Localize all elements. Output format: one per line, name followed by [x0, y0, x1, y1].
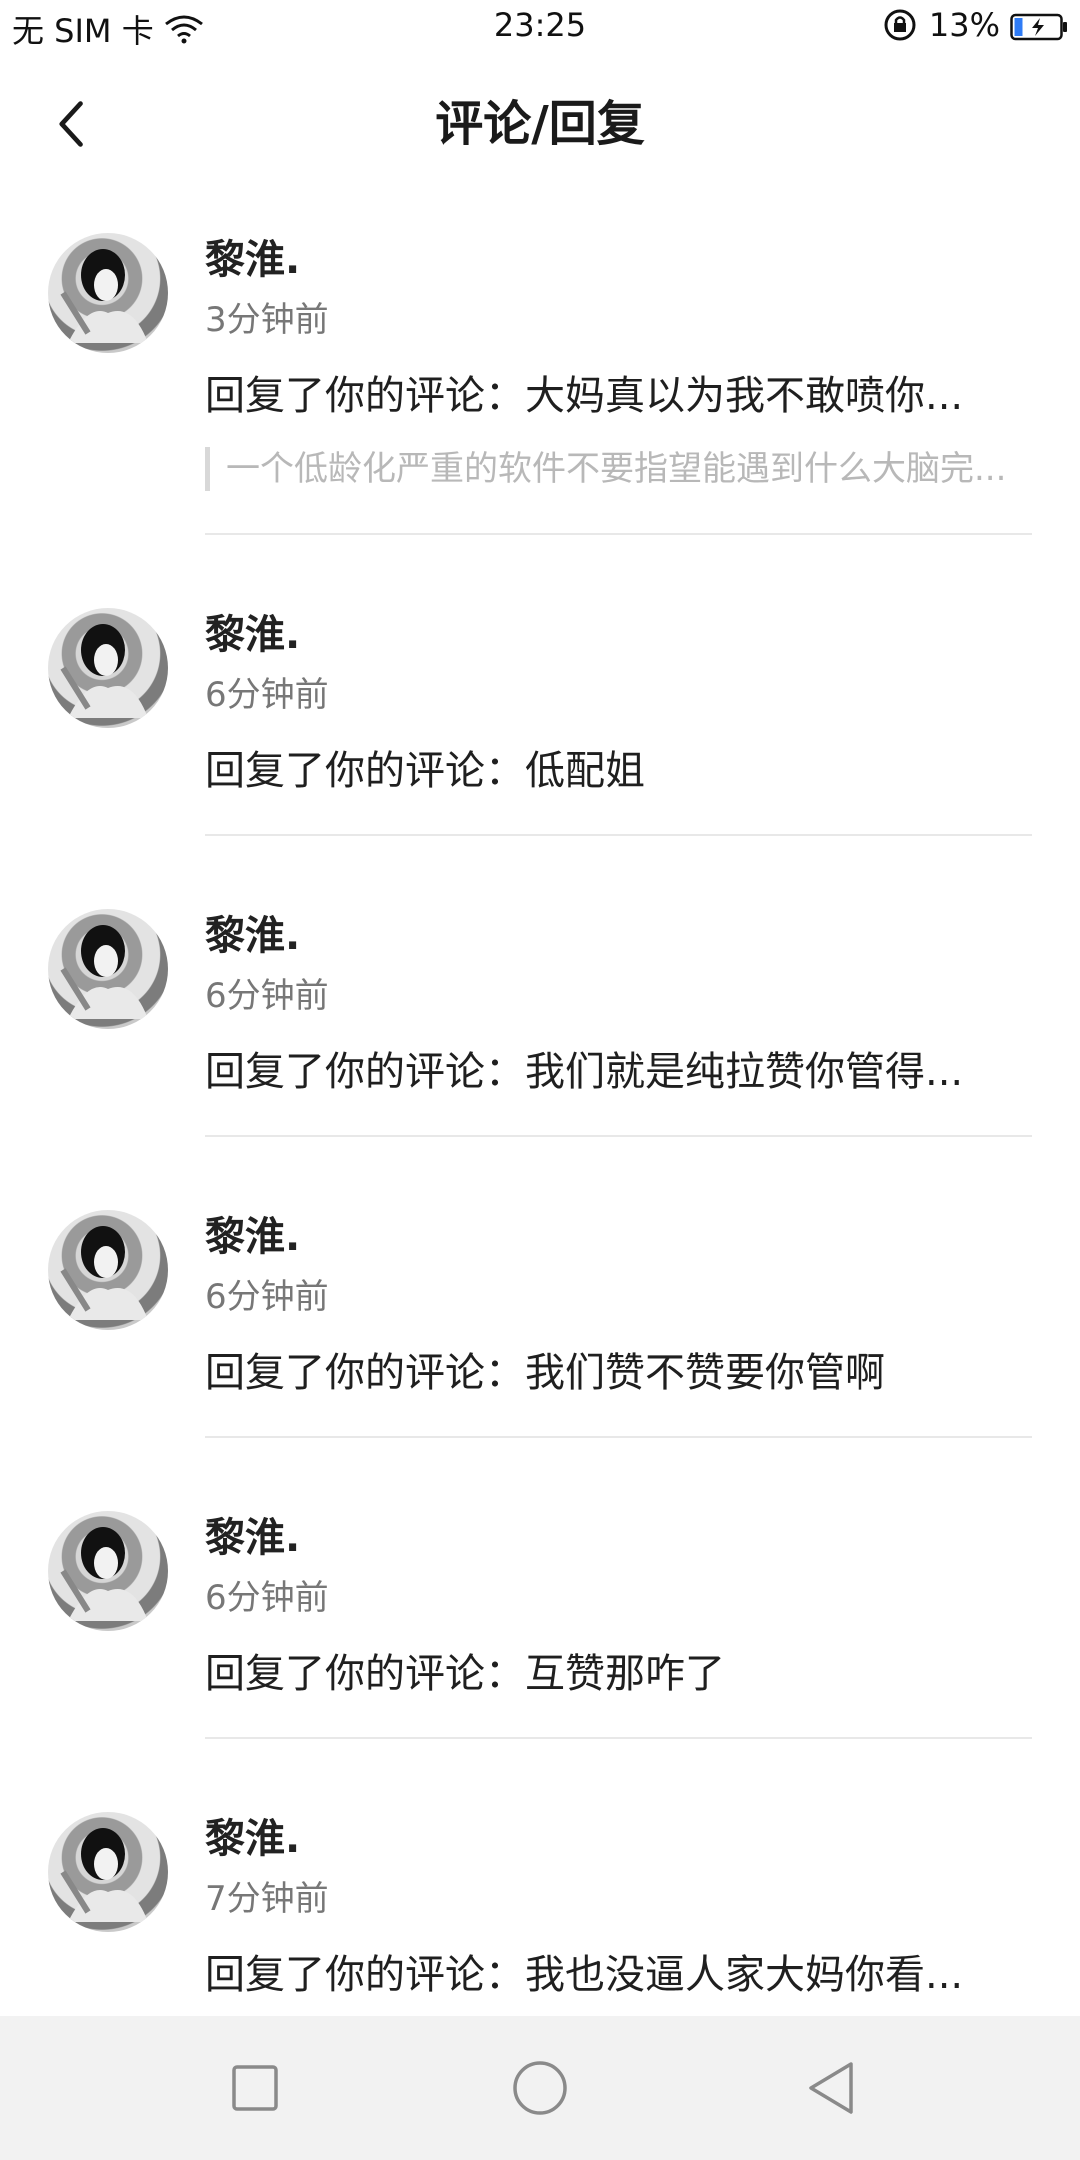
notification-list[interactable]: 黎淮. 3分钟前 回复了你的评论：大妈真以为我不敢喷你... 一个低龄化严重的软…: [0, 215, 1080, 2034]
timestamp: 6分钟前: [205, 675, 329, 715]
circle-icon: [513, 2061, 567, 2115]
timestamp: 6分钟前: [205, 1578, 329, 1618]
avatar[interactable]: [48, 1210, 168, 1330]
home-button[interactable]: [500, 2056, 580, 2120]
battery-percent: 13%: [928, 6, 1000, 44]
timestamp: 7分钟前: [205, 1879, 329, 1919]
reply-text[interactable]: 回复了你的评论：我们赞不赞要你管啊: [205, 1345, 885, 1401]
username[interactable]: 黎淮.: [205, 235, 300, 285]
page-title: 评论/回复: [435, 96, 645, 152]
avatar[interactable]: [48, 909, 168, 1029]
header: 评论/回复: [0, 70, 1080, 185]
list-item[interactable]: 黎淮. 6分钟前 回复了你的评论：我们赞不赞要你管啊: [0, 1192, 1080, 1493]
timestamp: 6分钟前: [205, 976, 329, 1016]
system-navbar: [0, 2016, 1080, 2160]
username[interactable]: 黎淮.: [205, 1212, 300, 1262]
list-item[interactable]: 黎淮. 3分钟前 回复了你的评论：大妈真以为我不敢喷你... 一个低龄化严重的软…: [0, 215, 1080, 535]
status-right: 13%: [883, 6, 1068, 44]
divider: [205, 1737, 1032, 1739]
reply-text[interactable]: 回复了你的评论：我们就是纯拉赞你管得...: [205, 1044, 963, 1100]
list-item[interactable]: 黎淮. 7分钟前 回复了你的评论：我也没逼人家大妈你看...: [0, 1794, 1080, 2034]
reply-text[interactable]: 回复了你的评论：我也没逼人家大妈你看...: [205, 1947, 963, 2003]
status-bar: 无 SIM 卡 23:25 13%: [0, 0, 1080, 56]
username[interactable]: 黎淮.: [205, 1513, 300, 1563]
avatar[interactable]: [48, 1812, 168, 1932]
divider: [205, 834, 1032, 836]
quoted-comment[interactable]: 一个低龄化严重的软件不要指望能遇到什么大脑完...: [205, 447, 1006, 491]
divider: [205, 533, 1032, 535]
avatar[interactable]: [48, 233, 168, 353]
recent-apps-button[interactable]: [215, 2056, 295, 2120]
reply-text[interactable]: 回复了你的评论：互赞那咋了: [205, 1646, 725, 1702]
list-item[interactable]: 黎淮. 6分钟前 回复了你的评论：互赞那咋了: [0, 1493, 1080, 1794]
reply-text[interactable]: 回复了你的评论：低配姐: [205, 743, 645, 799]
list-item[interactable]: 黎淮. 6分钟前 回复了你的评论：我们就是纯拉赞你管得...: [0, 891, 1080, 1192]
avatar[interactable]: [48, 608, 168, 728]
list-item[interactable]: 黎淮. 6分钟前 回复了你的评论：低配姐: [0, 590, 1080, 891]
rotation-lock-icon: [883, 8, 917, 42]
divider: [205, 1436, 1032, 1438]
reply-text[interactable]: 回复了你的评论：大妈真以为我不敢喷你...: [205, 368, 963, 424]
timestamp: 6分钟前: [205, 1277, 329, 1317]
triangle-back-icon: [809, 2062, 853, 2114]
divider: [205, 1135, 1032, 1137]
username[interactable]: 黎淮.: [205, 911, 300, 961]
username[interactable]: 黎淮.: [205, 610, 300, 660]
square-icon: [232, 2065, 278, 2111]
timestamp: 3分钟前: [205, 300, 329, 340]
back-nav-button[interactable]: [790, 2056, 870, 2120]
battery-icon: [1010, 11, 1068, 41]
username[interactable]: 黎淮.: [205, 1814, 300, 1864]
avatar[interactable]: [48, 1511, 168, 1631]
